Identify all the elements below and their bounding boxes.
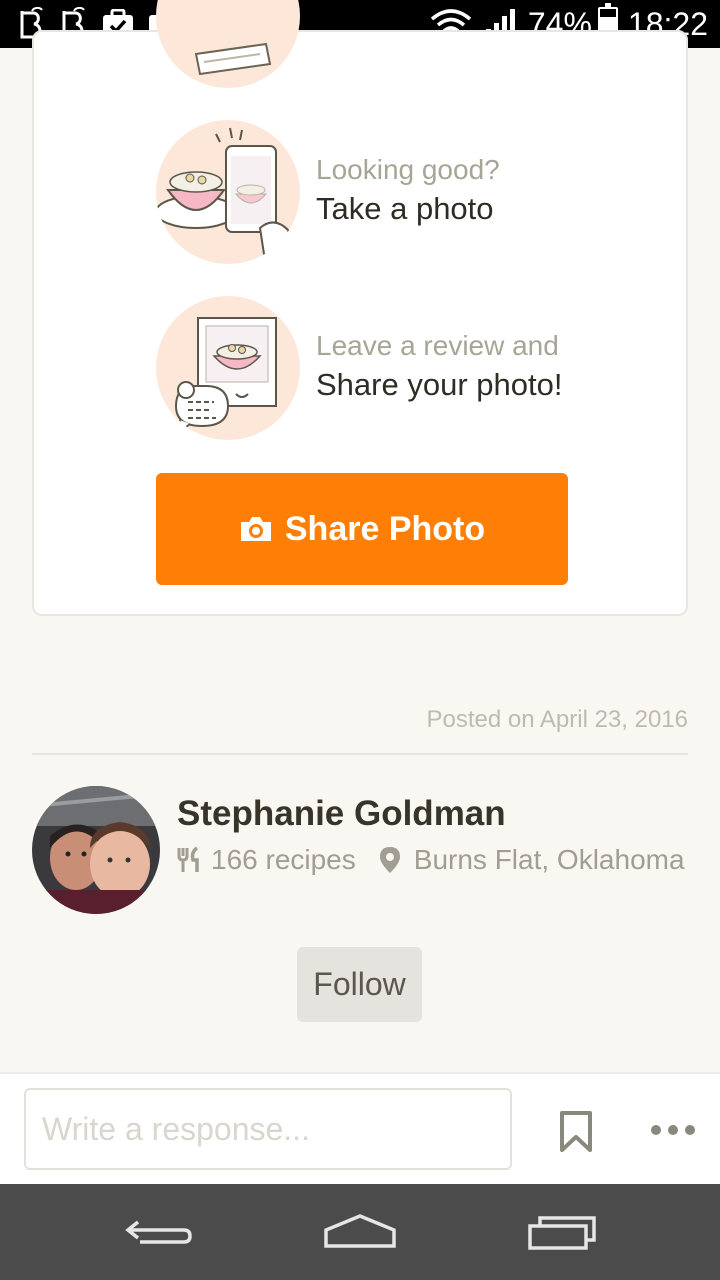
author-meta: 166 recipes Burns Flat, Oklahoma [177,842,685,878]
avatar[interactable] [32,786,160,914]
dish-photo-icon [156,120,300,264]
response-input[interactable] [24,1088,512,1170]
posted-date: Posted on April 23, 2016 [426,706,688,733]
step-title: Take a photo [316,191,494,226]
author-location: Burns Flat, Oklahoma [413,844,685,875]
camera-icon [240,517,271,541]
system-nav-bar [0,1184,720,1280]
divider [32,753,688,755]
response-bar [0,1072,720,1184]
step-title: Share your photo! [316,367,563,402]
recent-apps-icon[interactable] [522,1206,602,1258]
recipe-count: 166 recipes [211,844,356,875]
step-subtitle: Looking good? [316,154,500,185]
step-subtitle: Leave a review and [316,330,559,361]
back-icon[interactable] [120,1206,200,1258]
author-name[interactable]: Stephanie Goldman [177,794,506,834]
follow-button[interactable]: Follow [297,947,422,1022]
review-photo-icon [156,296,300,440]
location-pin-icon [379,847,400,873]
home-icon[interactable] [320,1206,400,1258]
recipe-book-icon [156,0,300,88]
bookmark-icon[interactable] [556,1110,596,1154]
more-options-icon[interactable] [645,1112,701,1148]
share-photo-label: Share Photo [284,509,486,548]
share-photo-button[interactable]: Share Photo [156,473,568,585]
fork-knife-icon [177,846,199,872]
share-photo-card: Looking good? Take a photo Leave a revie… [32,0,688,616]
